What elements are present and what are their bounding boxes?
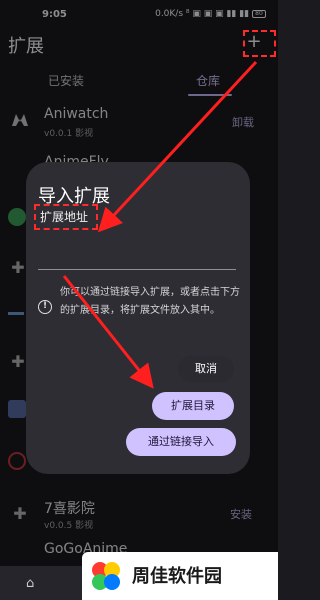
annotation-arrows	[62, 60, 258, 389]
watermark-logo-icon	[92, 562, 120, 590]
annotation-arrow	[62, 275, 154, 389]
annotation-arrow	[97, 60, 258, 233]
watermark: 周佳软件园	[82, 552, 278, 600]
watermark-text: 周佳软件园	[132, 566, 222, 587]
